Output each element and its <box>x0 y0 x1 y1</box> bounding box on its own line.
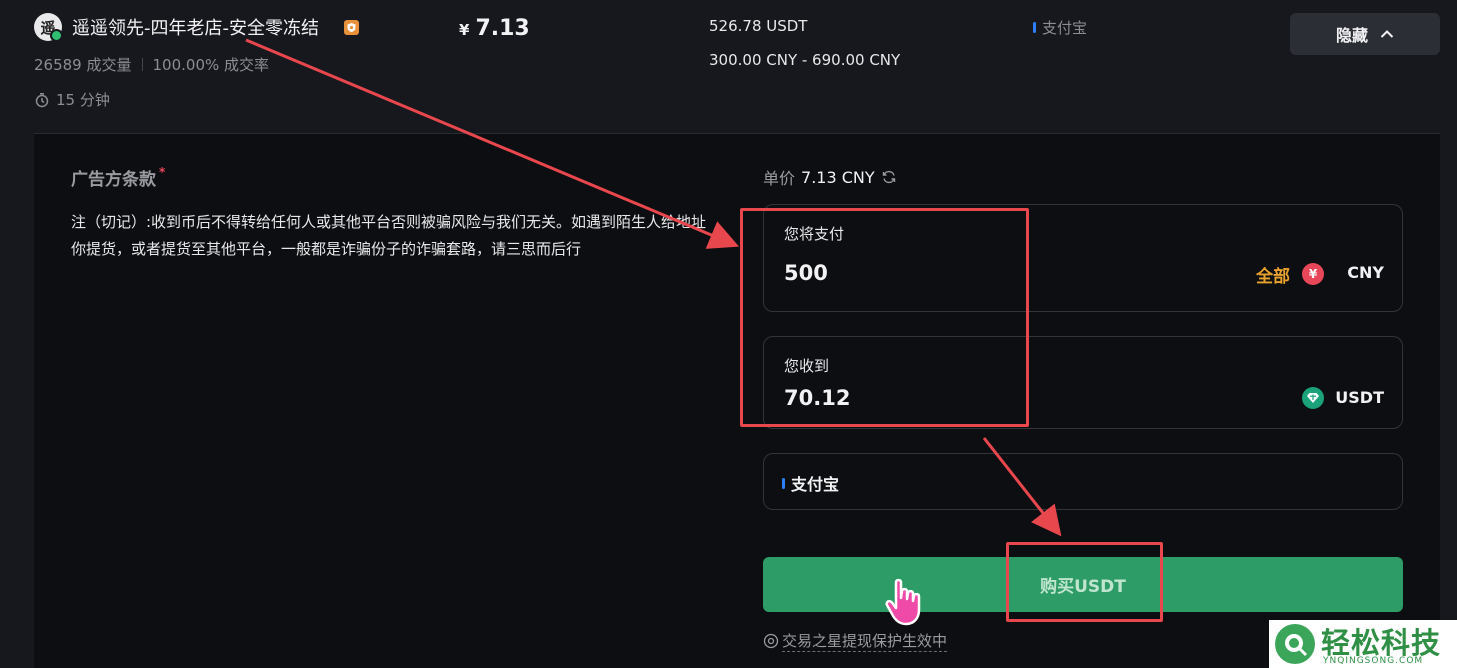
annotation-arrow-2 <box>982 437 1062 537</box>
annotation-arrows <box>245 38 1062 537</box>
hand-pointer-icon <box>885 578 921 626</box>
watermark-sub: YNQINGSONG.COM <box>1323 656 1424 666</box>
annotation-arrow-1 <box>245 38 740 249</box>
watermark: 轻松科技 YNQINGSONG.COM <box>1269 620 1457 668</box>
watermark-logo-icon <box>1275 624 1315 664</box>
